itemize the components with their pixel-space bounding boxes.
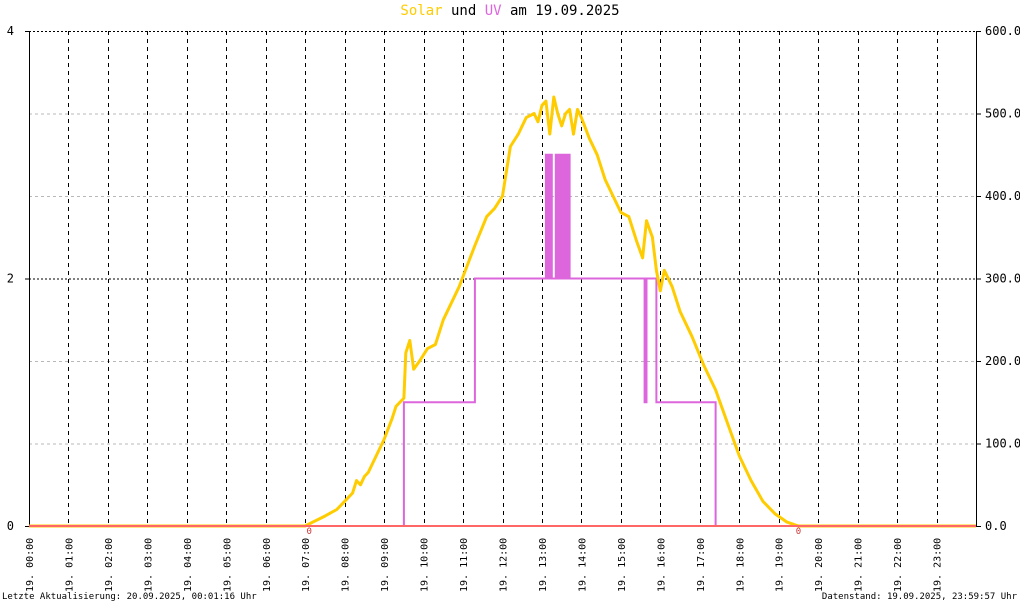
solar-uv-chart: 0 2 4 0.0 100.0 200.0 300.0 400.0 500.0 600.0 19. … bbox=[7, 24, 1020, 592]
x-tick-label-8: 19. 08:00 bbox=[341, 538, 352, 592]
x-tick-label-4: 19. 04:00 bbox=[183, 538, 194, 592]
y-right-tick-label: 400.0 bbox=[985, 189, 1020, 203]
x-tick-label-16: 19. 16:00 bbox=[656, 538, 667, 592]
x-tick-label-3: 19. 03:00 bbox=[143, 538, 154, 592]
chart-page: Solar und UV am 19.09.2025 0 2 4 0.0 100.0 20… bbox=[0, 0, 1020, 606]
y-left-tick-label: 0 bbox=[7, 519, 14, 533]
x-tick-label-11: 19. 11:00 bbox=[459, 538, 470, 592]
footer-data-status: Datenstand: 19.09.2025, 23:59:57 Uhr bbox=[821, 592, 1017, 602]
zero-marker-1: 0 bbox=[796, 527, 801, 537]
x-tick-label-20: 19. 20:00 bbox=[814, 538, 825, 592]
series-solar-line bbox=[29, 95, 976, 528]
x-tick-label-18: 19. 18:00 bbox=[735, 538, 746, 592]
y-left-tick-label: 2 bbox=[7, 272, 14, 286]
y-right-tick-label: 600.0 bbox=[985, 24, 1020, 38]
x-tick-label-10: 19. 10:00 bbox=[420, 538, 431, 592]
x-tick-label-19: 19. 19:00 bbox=[775, 538, 786, 592]
y-right-tick-label: 200.0 bbox=[985, 354, 1020, 368]
footer-last-update: Letzte Aktualisierung: 20.09.2025, 00:01… bbox=[2, 592, 257, 602]
x-tick-label-12: 19. 12:00 bbox=[499, 538, 510, 592]
x-tick-label-7: 19. 07:00 bbox=[301, 538, 312, 592]
x-tick-label-17: 19. 17:00 bbox=[696, 538, 707, 592]
x-tick-label-2: 19. 02:00 bbox=[104, 538, 115, 592]
x-tick-label-0: 19. 00:00 bbox=[25, 538, 36, 592]
x-tick-label-9: 19. 09:00 bbox=[380, 538, 391, 592]
x-tick-label-1: 19. 01:00 bbox=[64, 538, 75, 592]
x-tick-label-22: 19. 22:00 bbox=[893, 538, 904, 592]
x-tick-label-13: 19. 13:00 bbox=[538, 538, 549, 592]
x-tick-label-6: 19. 06:00 bbox=[262, 538, 273, 592]
y-left-tick-label: 4 bbox=[7, 24, 14, 38]
y-right-tick-label: 300.0 bbox=[985, 272, 1020, 286]
y-right-tick-label: 500.0 bbox=[985, 107, 1020, 121]
x-tick-label-5: 19. 05:00 bbox=[222, 538, 233, 592]
x-tick-label-15: 19. 15:00 bbox=[617, 538, 628, 592]
series-uv-line bbox=[29, 153, 976, 527]
y-right-tick-label: 100.0 bbox=[985, 437, 1020, 451]
y-right-tick-label: 0.0 bbox=[985, 519, 1007, 533]
zero-marker-0: 0 bbox=[306, 527, 311, 537]
x-tick-label-23: 19. 23:00 bbox=[933, 538, 944, 592]
x-tick-label-14: 19. 14:00 bbox=[577, 538, 588, 592]
x-tick-label-21: 19. 21:00 bbox=[854, 538, 865, 592]
